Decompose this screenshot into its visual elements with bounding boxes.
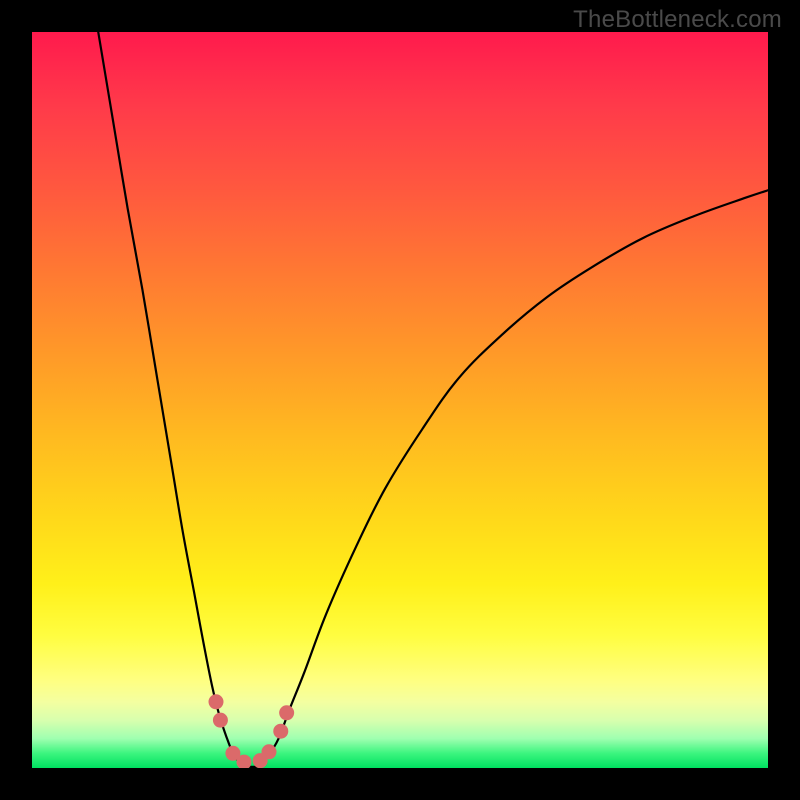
chart-curve (98, 32, 768, 767)
chart-marker (273, 724, 288, 739)
watermark-text: TheBottleneck.com (573, 6, 782, 34)
chart-plot-area (32, 32, 768, 768)
chart-marker (261, 744, 276, 759)
chart-frame: TheBottleneck.com (0, 0, 800, 800)
chart-marker (213, 713, 228, 728)
chart-marker (279, 705, 294, 720)
bottleneck-curve (98, 32, 768, 767)
chart-markers (209, 694, 295, 768)
chart-svg (32, 32, 768, 768)
chart-marker (209, 694, 224, 709)
